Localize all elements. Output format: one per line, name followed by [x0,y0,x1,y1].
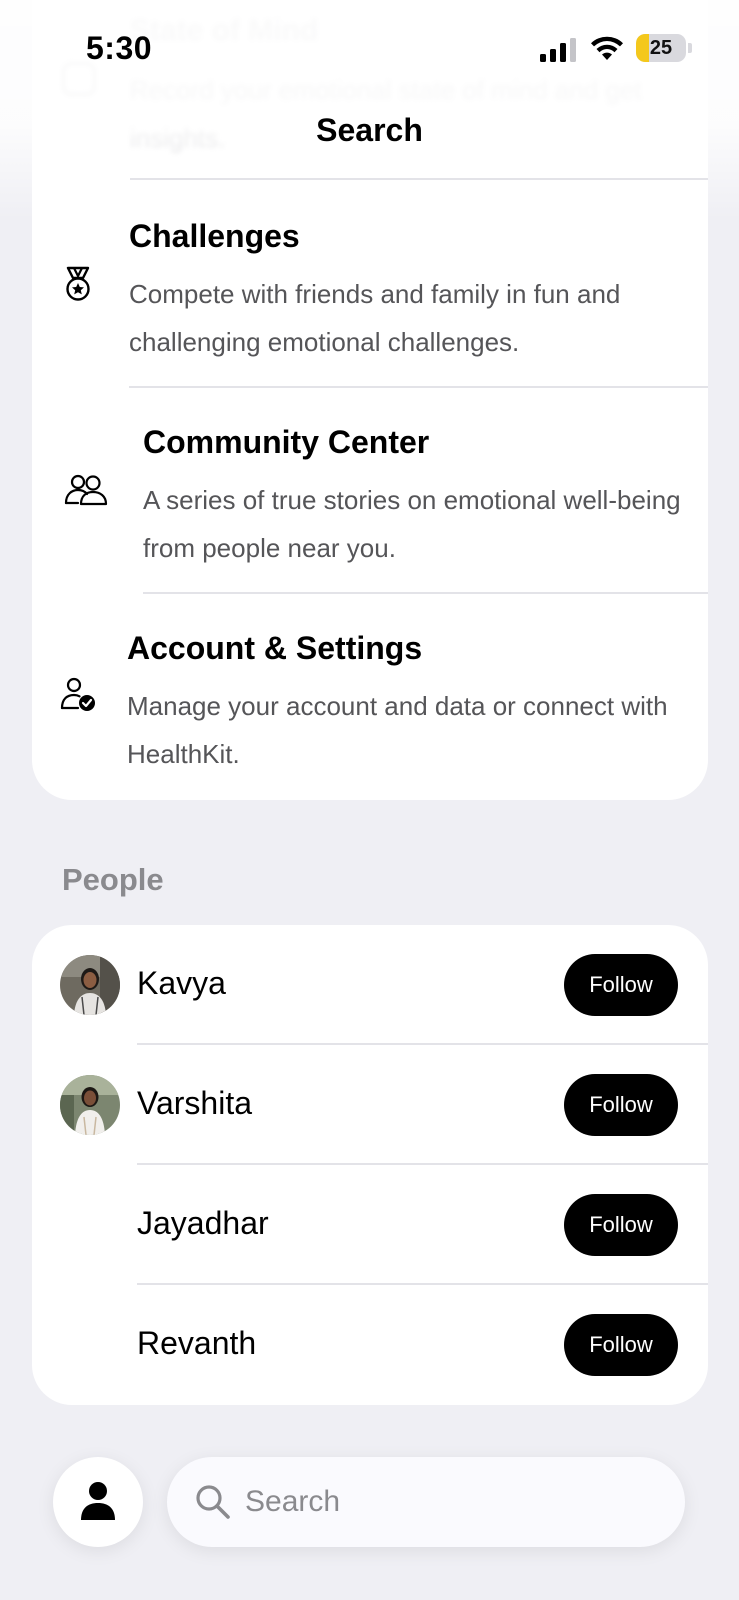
person-name: Varshita [137,1085,253,1121]
setting-description: A series of true stories on emotional we… [143,485,681,563]
setting-title: Account & Settings [127,630,423,666]
person-name: Jayadhar [137,1205,269,1241]
people-icon [64,474,108,506]
page-title: Search [316,112,423,148]
settings-card: Challenges Compete with friends and fami… [32,178,708,800]
status-bar: 5:30 25 [0,0,739,100]
avatar[interactable] [60,955,120,1015]
follow-button[interactable]: Follow [564,1314,678,1376]
setting-row-challenges[interactable]: Challenges Compete with friends and fami… [32,180,708,386]
people-section-header: People [62,862,164,897]
person-check-icon [60,677,95,711]
profile-button[interactable] [53,1457,143,1547]
status-time: 5:30 [86,30,153,66]
person-name: Revanth [137,1325,257,1361]
setting-description: Manage your account and data or connect … [127,691,668,769]
people-card: Kavya Follow Varshita Follow Jayadhar Fo… [32,925,708,1405]
setting-title: Community Center [143,424,430,460]
wifi-icon [591,36,623,60]
person-name: Kavya [137,965,226,1001]
search-bar[interactable] [167,1457,685,1547]
battery-indicator: 25 [636,34,686,62]
follow-button[interactable]: Follow [564,1194,678,1256]
person-row[interactable]: Jayadhar Follow [32,1165,708,1285]
cellular-signal-icon [540,38,576,62]
follow-button[interactable]: Follow [564,1074,678,1136]
battery-level: 25 [649,37,673,59]
setting-row-account-settings[interactable]: Account & Settings Manage your account a… [32,594,708,800]
person-row[interactable]: Revanth Follow [32,1285,708,1405]
search-input[interactable] [245,1477,645,1527]
setting-title: Challenges [129,218,300,254]
person-icon [81,1482,115,1520]
follow-button[interactable]: Follow [564,954,678,1016]
setting-row-community-center[interactable]: Community Center A series of true storie… [32,388,708,592]
person-row[interactable]: Kavya Follow [32,925,708,1045]
magnifier-icon [196,1485,230,1519]
medal-icon [66,266,90,301]
avatar[interactable] [60,1075,120,1135]
setting-description: Compete with friends and family in fun a… [129,279,621,357]
battery-cap [688,43,692,53]
person-row[interactable]: Varshita Follow [32,1045,708,1165]
